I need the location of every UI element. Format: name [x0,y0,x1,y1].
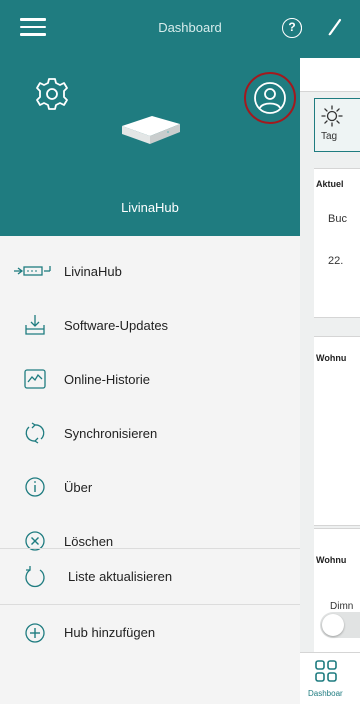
software-update-icon [22,312,48,338]
dashboard-content: Tag Aktuel Buc 22. Wohnu Wohnu Dimn [300,58,360,704]
menu-item-label: Über [64,479,93,495]
info-icon [22,474,48,500]
menu-item-online-history[interactable]: Online-Historie [0,352,300,406]
menu-item-synchronize[interactable]: Synchronisieren [0,406,300,460]
menu-item-label: Synchronisieren [64,425,158,441]
bottom-nav-label: Dashboar [308,689,343,698]
card-title: Wohnu [316,353,347,363]
card-title: Aktuel [316,179,344,189]
room-card-2[interactable]: Wohnu Dimn [314,528,360,658]
tab-day[interactable]: Tag [314,98,360,152]
current-card: Aktuel Buc 22. [314,168,360,318]
drawer-header: LivinaHub [0,58,300,236]
content-tab-row [300,58,360,92]
sync-icon [22,420,48,446]
room-card-1[interactable]: Wohnu [314,336,360,526]
refresh-list-button[interactable]: Liste aktualisieren [0,548,300,604]
pencil-icon[interactable] [326,16,346,38]
drawer-bar-title: Dashboard [158,20,222,35]
menu-item-label: LivinaHub [64,263,122,279]
tab-day-label: Tag [321,131,338,142]
menu-item-livinahub[interactable]: LivinaHub [0,244,300,298]
hub-device-image [122,116,180,144]
drawer-app-bar: Dashboard ? [0,0,302,58]
user-circle-icon [254,82,286,114]
account-button[interactable] [244,72,296,124]
hamburger-menu-icon[interactable] [20,18,46,38]
history-chart-icon [22,366,48,392]
menu-item-about[interactable]: Über [0,460,300,514]
menu-item-software-updates[interactable]: Software-Updates [0,298,300,352]
footer-item-label: Hub hinzufügen [64,625,156,640]
menu-item-label: Software-Updates [64,317,169,333]
bottom-nav: Dashboar [300,652,360,704]
sun-icon [321,105,343,127]
footer-item-label: Liste aktualisieren [68,569,173,584]
drawer-menu: LivinaHub Software-Updates Online-Histor… [0,244,300,568]
card-value: 22. [328,255,344,267]
dimmer-toggle[interactable] [320,612,360,638]
card-text: Buc [328,213,347,225]
hub-name: LivinaHub [121,200,179,215]
gear-icon[interactable] [34,76,70,112]
add-hub-button[interactable]: Hub hinzufügen [0,604,300,660]
menu-item-label: Online-Historie [64,371,150,387]
hub-connection-icon [14,258,54,284]
toggle-knob [322,614,344,636]
add-circle-icon [22,620,48,646]
app-screen: Dashboard ? Tag Aktuel Buc 22. [0,0,360,704]
help-icon[interactable]: ? [282,18,302,38]
navigation-drawer: Dashboard ? LivinaHub LivinaHub Software… [0,0,302,704]
card-title: Wohnu [316,555,347,565]
drawer-footer: Liste aktualisieren Hub hinzufügen [0,548,300,660]
refresh-icon [22,564,48,590]
menu-item-label: Löschen [64,533,114,549]
dashboard-grid-icon[interactable] [314,659,338,683]
dimmer-label: Dimn [330,601,354,612]
